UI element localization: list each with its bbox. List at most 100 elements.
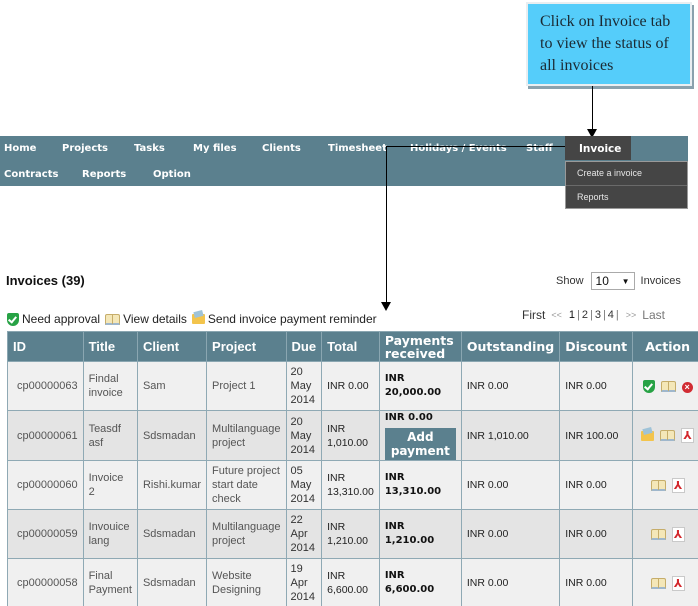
invoice-due-date: 05 May 2014 — [285, 460, 323, 510]
invoice-actions: ⅄ — [632, 509, 698, 559]
legend-view-details-label: View details — [123, 312, 187, 326]
payments-received-value: INR 13,310.00 — [384, 472, 442, 497]
col-header-client[interactable]: Client — [136, 331, 208, 362]
nav-reports[interactable]: Reports — [82, 169, 126, 180]
nav-my-files[interactable]: My files — [193, 143, 237, 154]
pager-page-3[interactable]: 3 — [595, 309, 601, 321]
pager-prev[interactable]: << — [551, 310, 562, 320]
due-year: 2014 — [290, 394, 316, 406]
pdf-icon[interactable]: ⅄ — [681, 428, 695, 443]
legend-send-reminder-label: Send invoice payment reminder — [207, 312, 377, 326]
invoice-title: Invouice lang — [82, 509, 138, 559]
nav-projects[interactable]: Projects — [62, 143, 108, 154]
menu-item-reports[interactable]: Reports — [566, 185, 687, 208]
nav-staff[interactable]: Staff — [526, 143, 553, 154]
pdf-icon[interactable]: ⅄ — [671, 575, 685, 591]
invoice-title: Invoice 2 — [82, 460, 138, 510]
pager-separator: | — [615, 309, 619, 321]
pager-page-1[interactable]: 1 — [569, 309, 575, 321]
view-details-icon[interactable] — [650, 577, 666, 589]
invoice-id[interactable]: cp00000059 — [7, 509, 84, 559]
invoice-id[interactable]: cp00000060 — [7, 460, 84, 510]
pointer-arrow-head — [381, 302, 391, 311]
invoice-client: Rishi.kumar — [136, 460, 208, 510]
invoice-actions: ⅄ — [632, 558, 698, 606]
legend-view-details: View details — [105, 312, 187, 326]
send-reminder-icon[interactable] — [641, 430, 655, 441]
invoice-dropdown-menu: Create a invoice Reports — [565, 161, 688, 209]
col-header-total[interactable]: Total — [321, 331, 380, 362]
table-row: cp00000060 Invoice 2 Rishi.kumar Future pro… — [7, 460, 698, 510]
due-month: May — [290, 380, 312, 392]
invoice-total: INR 1,210.00 — [321, 509, 380, 559]
due-day: 19 — [290, 563, 303, 575]
view-details-icon[interactable] — [660, 380, 676, 392]
invoice-project: Future project start date check — [206, 460, 287, 510]
invoices-table: ID Title Client Project Due Total Paymen… — [7, 331, 698, 606]
pointer-arrow-horizontal — [386, 146, 565, 147]
invoice-total: INR 0.00 — [321, 361, 380, 411]
invoice-payments-received: INR 6,600.00 — [378, 558, 462, 606]
invoice-id[interactable]: cp00000063 — [7, 361, 84, 411]
nav-contracts[interactable]: Contracts — [4, 169, 58, 180]
nav-home[interactable]: Home — [4, 143, 36, 154]
invoice-project: Project 1 — [206, 361, 287, 411]
invoice-client: Sdsmadan — [136, 410, 208, 461]
approve-icon[interactable] — [642, 379, 655, 393]
invoice-total: INR 13,310.00 — [321, 460, 380, 510]
invoice-due-date: 20 May 2014 — [285, 361, 323, 411]
invoice-id[interactable]: cp00000061 — [7, 410, 84, 461]
pager-separator: | — [589, 309, 593, 321]
page-size-select[interactable]: 10 ▼ — [590, 272, 635, 290]
invoice-discount: INR 0.00 — [559, 460, 634, 510]
nav-timesheet[interactable]: Timesheet — [328, 143, 387, 154]
add-payment-button[interactable]: Add payment — [384, 428, 456, 460]
invoice-client: Sdsmadan — [136, 509, 208, 559]
nav-holidays-events[interactable]: Holidays / Events — [410, 143, 507, 154]
col-header-outstanding[interactable]: Outstanding — [460, 331, 561, 362]
pager-last[interactable]: Last — [642, 308, 665, 322]
pdf-icon[interactable]: ⅄ — [671, 526, 685, 542]
show-suffix: Invoices — [640, 275, 681, 287]
invoice-payments-received: INR 1,210.00 — [378, 509, 462, 559]
invoice-project: Website Designing — [206, 558, 287, 606]
legend-send-reminder: Send invoice payment reminder — [191, 312, 377, 326]
payments-received-value: INR 20,000.00 — [384, 373, 442, 398]
due-day: 22 — [290, 514, 303, 526]
view-details-icon[interactable] — [650, 479, 666, 491]
pager-page-4[interactable]: 4 — [608, 309, 614, 321]
pagination: First << 1 | 2 | 3 | 4 | >> Last — [522, 308, 665, 322]
page-size-control: Show 10 ▼ Invoices — [556, 272, 681, 290]
invoice-total: INR 6,600.00 — [321, 558, 380, 606]
delete-icon[interactable]: × — [681, 382, 693, 393]
invoice-id[interactable]: cp00000058 — [7, 558, 84, 606]
col-header-title[interactable]: Title — [82, 331, 138, 362]
due-month: Apr — [290, 528, 308, 540]
page-title: Invoices (39) — [6, 273, 85, 288]
due-month: May — [290, 429, 312, 442]
menu-item-create-invoice[interactable]: Create a invoice — [566, 162, 687, 185]
view-details-icon[interactable] — [650, 528, 666, 540]
payments-received-value: INR 1,210.00 — [384, 521, 435, 546]
col-header-due[interactable]: Due — [285, 331, 323, 362]
table-row: cp00000059 Invouice lang Sdsmadan Multilang… — [7, 509, 698, 559]
col-header-payments-received[interactable]: Payments received — [378, 331, 462, 362]
nav-option[interactable]: Option — [153, 169, 191, 180]
pager-first[interactable]: First — [522, 308, 545, 322]
pager-next[interactable]: >> — [626, 310, 637, 320]
table-header-row: ID Title Client Project Due Total Paymen… — [7, 331, 698, 362]
invoice-discount: INR 0.00 — [559, 509, 634, 559]
col-header-project[interactable]: Project — [206, 331, 287, 362]
callout-text: Click on Invoice tab to view the status … — [540, 13, 671, 74]
pdf-icon[interactable]: ⅄ — [671, 477, 685, 493]
col-header-id[interactable]: ID — [7, 331, 84, 362]
col-header-action: Action — [632, 331, 698, 362]
payments-received-value: INR 6,600.00 — [384, 570, 435, 595]
pager-page-2[interactable]: 2 — [582, 309, 588, 321]
nav-invoice[interactable]: Invoice — [565, 136, 631, 160]
nav-clients[interactable]: Clients — [262, 143, 301, 154]
table-row: cp00000061 Teasdf asf Sdsmadan Multilanguag… — [7, 410, 698, 461]
view-details-icon[interactable] — [660, 430, 676, 441]
nav-tasks[interactable]: Tasks — [134, 143, 165, 154]
col-header-discount[interactable]: Discount — [559, 331, 634, 362]
